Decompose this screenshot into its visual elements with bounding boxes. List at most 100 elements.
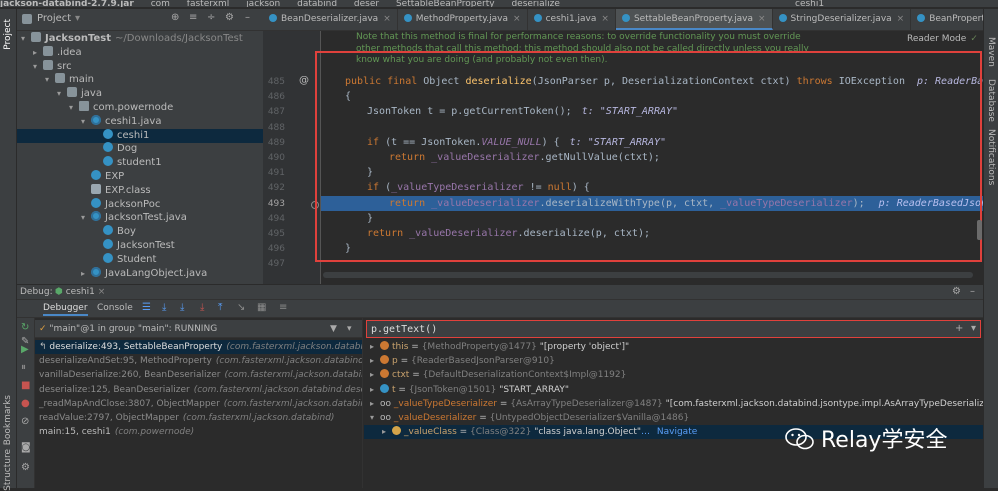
- editor-tab[interactable]: StringDeserializer.java ×: [773, 9, 912, 30]
- editor-tab[interactable]: MethodProperty.java ×: [398, 9, 528, 30]
- variable-row[interactable]: ▸ this = {MethodProperty@1477} "[property…: [364, 340, 983, 354]
- tree-item[interactable]: ceshi1: [17, 128, 263, 143]
- project-panel-title[interactable]: Project: [37, 13, 71, 24]
- evaluate-expression-input[interactable]: p.getText(): [371, 324, 437, 335]
- stack-frame[interactable]: _readMapAndClose:3807, ObjectMapper (com.…: [35, 397, 362, 411]
- tree-item[interactable]: Student: [17, 252, 263, 267]
- tree-item[interactable]: ▾ ceshi1.java: [17, 114, 263, 129]
- editor-tab[interactable]: BeanPropertyMap.java×: [911, 9, 983, 30]
- variable-row[interactable]: ▾ oo _valueDeserializer = {UntypedObjectD…: [364, 411, 983, 425]
- chevron-down-icon[interactable]: ▾: [21, 32, 31, 46]
- debug-session-tab[interactable]: ⬢ ceshi1 ×: [55, 287, 105, 297]
- filter-icon[interactable]: ▼: [330, 320, 337, 338]
- chevron-right-icon[interactable]: ▸: [33, 46, 43, 60]
- variable-row[interactable]: ▸ p = {ReaderBasedJsonParser@910}: [364, 354, 983, 368]
- force-step-into-icon[interactable]: ⤓: [180, 302, 184, 313]
- stack-frame[interactable]: deserializeAndSet:95, MethodProperty (com…: [35, 354, 362, 368]
- stack-frame[interactable]: vanillaDeserialize:260, BeanDeserializer…: [35, 368, 362, 382]
- close-icon[interactable]: ×: [383, 14, 391, 24]
- tree-item[interactable]: ▸ .idea: [17, 45, 263, 60]
- add-watch-icon[interactable]: +: [955, 323, 963, 334]
- close-icon[interactable]: ×: [758, 14, 766, 24]
- structure-tool-button[interactable]: Structure: [3, 449, 13, 491]
- breadcrumb-item[interactable]: SettableBeanProperty: [396, 0, 495, 7]
- tree-item[interactable]: ▾ src: [17, 59, 263, 74]
- breadcrumb-item[interactable]: deser: [354, 0, 379, 7]
- stack-frame[interactable]: ↰ deserialize:493, SettableBeanProperty(…: [35, 340, 362, 354]
- close-icon[interactable]: ×: [897, 14, 905, 24]
- vertical-scrollbar[interactable]: [977, 220, 982, 240]
- step-into-icon[interactable]: ⤓: [162, 302, 166, 313]
- breadcrumb-item[interactable]: fasterxml: [187, 0, 230, 7]
- variable-row[interactable]: ▸ ctxt = {DefaultDeserializationContext$I…: [364, 368, 983, 382]
- chevron-down-icon[interactable]: ▾: [45, 73, 55, 87]
- minimize-icon[interactable]: –: [245, 12, 250, 23]
- tree-item[interactable]: ▾ com.powernode: [17, 101, 263, 115]
- tree-item[interactable]: ▾ JacksonTest.java: [17, 211, 263, 225]
- stack-frame[interactable]: readValue:2797, ObjectMapper (com.fasterx…: [35, 411, 362, 425]
- tree-item[interactable]: ▾ main: [17, 73, 263, 87]
- database-tool-button[interactable]: Database: [986, 79, 996, 122]
- view-breakpoints-icon[interactable]: ●: [21, 398, 30, 409]
- close-icon[interactable]: ×: [513, 14, 521, 24]
- chevron-down-icon[interactable]: ▾: [971, 323, 976, 334]
- close-icon[interactable]: ×: [601, 14, 609, 24]
- tree-item[interactable]: JacksonPoc: [17, 197, 263, 212]
- more-icon[interactable]: ≡: [279, 302, 287, 313]
- breadcrumb-item[interactable]: jackson-databind-2.7.9.jar: [0, 0, 134, 7]
- breadcrumb-item[interactable]: jackson: [246, 0, 280, 7]
- expand-icon[interactable]: ÷: [207, 12, 215, 23]
- gear-icon[interactable]: ⚙: [225, 12, 234, 23]
- gear-icon[interactable]: ⚙: [952, 286, 961, 297]
- editor-tab[interactable]: SettableBeanProperty.java ×: [615, 9, 773, 30]
- evaluate-icon[interactable]: ▦: [257, 302, 266, 313]
- editor-tab[interactable]: BeanDeserializer.java ×: [263, 9, 398, 30]
- chevron-right-icon[interactable]: ▸: [370, 354, 380, 368]
- evaluate-expression-field[interactable]: p.getText() + ▾: [366, 320, 981, 338]
- chevron-down-icon[interactable]: ▾: [81, 211, 91, 225]
- chevron-right-icon[interactable]: ▸: [370, 340, 380, 354]
- variable-action-link[interactable]: Navigate: [657, 427, 697, 437]
- project-tool-button[interactable]: Project: [3, 19, 13, 50]
- minimize-icon[interactable]: –: [970, 286, 975, 297]
- tree-item[interactable]: ▸ JavaLangObject.java: [17, 266, 263, 281]
- tree-item[interactable]: ▾ java: [17, 87, 263, 101]
- mute-breakpoints-icon[interactable]: ⊘: [21, 416, 29, 427]
- tab-console[interactable]: Console: [97, 303, 133, 313]
- bookmarks-tool-button[interactable]: Bookmarks: [3, 395, 13, 445]
- tree-item[interactable]: ▾ JacksonTest ~/Downloads/JacksonTest: [17, 32, 263, 46]
- breadcrumb-item[interactable]: com: [151, 0, 170, 7]
- collapse-icon[interactable]: ≡: [189, 12, 197, 23]
- step-over-icon[interactable]: ☰: [142, 302, 151, 313]
- tree-item[interactable]: JacksonTest: [17, 239, 263, 253]
- reader-mode-toggle[interactable]: Reader Mode: [907, 34, 966, 44]
- tab-debugger[interactable]: Debugger: [43, 303, 88, 316]
- rerun-icon[interactable]: ↻: [21, 322, 29, 333]
- variable-row[interactable]: ▸ t = {JsonToken@1501} "START_ARRAY": [364, 383, 983, 397]
- chevron-down-icon[interactable]: ▾: [81, 115, 91, 129]
- chevron-down-icon[interactable]: ▾: [57, 87, 67, 101]
- pause-icon[interactable]: ⏸: [21, 362, 26, 373]
- chevron-right-icon[interactable]: ▸: [370, 368, 380, 382]
- tree-item[interactable]: student1: [17, 156, 263, 170]
- run-to-cursor-icon[interactable]: ↘: [237, 302, 245, 313]
- tree-item[interactable]: Boy: [17, 225, 263, 239]
- chevron-right-icon[interactable]: ▸: [370, 383, 380, 397]
- tree-item[interactable]: EXP.class: [17, 183, 263, 198]
- step-out-icon[interactable]: ⤓: [200, 302, 204, 313]
- chevron-down-icon[interactable]: ▾: [33, 60, 43, 74]
- camera-icon[interactable]: ◙: [21, 442, 31, 453]
- horizontal-scrollbar[interactable]: [323, 272, 973, 278]
- locate-icon[interactable]: ⊕: [171, 12, 179, 23]
- chevron-down-icon[interactable]: ▾: [347, 320, 352, 338]
- chevron-right-icon[interactable]: ▸: [382, 425, 392, 439]
- chevron-right-icon[interactable]: ▸: [81, 267, 91, 281]
- breadcrumb-item[interactable]: deserialize: [511, 0, 559, 7]
- step-out-icon[interactable]: ⤒: [218, 302, 222, 313]
- chevron-right-icon[interactable]: ▸: [370, 397, 380, 411]
- notifications-tool-button[interactable]: Notifications: [986, 129, 996, 185]
- tree-item[interactable]: Dog: [17, 142, 263, 156]
- chevron-down-icon[interactable]: ▾: [370, 411, 380, 425]
- stop-icon[interactable]: ■: [21, 380, 30, 391]
- tree-item[interactable]: EXP: [17, 170, 263, 184]
